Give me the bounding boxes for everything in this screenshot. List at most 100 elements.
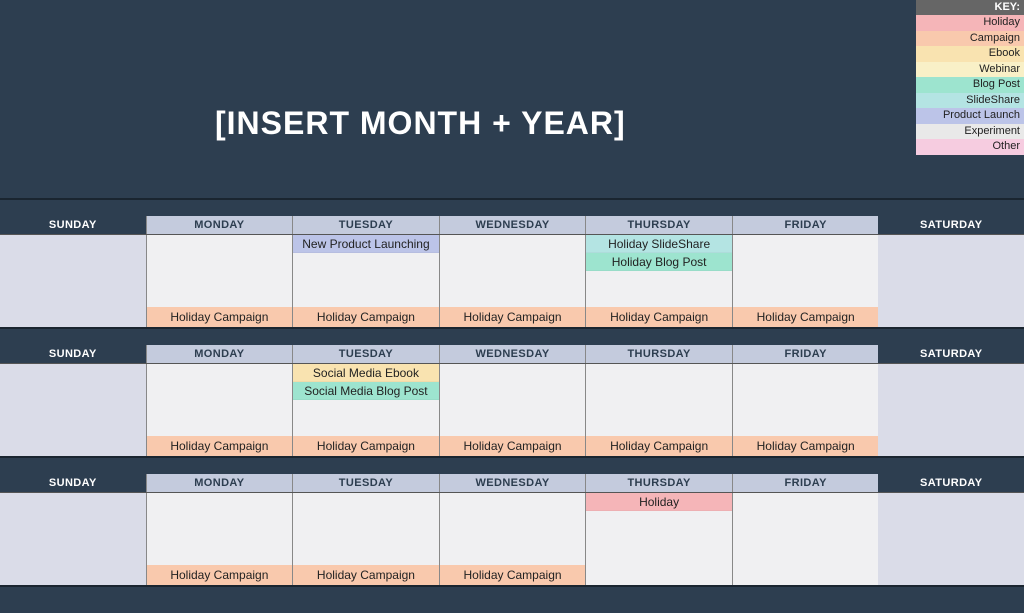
calendar-event[interactable]: Holiday Campaign — [293, 307, 439, 327]
day-header: THURSDAY — [585, 216, 732, 234]
day-header-row: SUNDAYMONDAYTUESDAYWEDNESDAYTHURSDAYFRID… — [0, 474, 1024, 493]
empty-space — [878, 493, 1024, 585]
day-header: THURSDAY — [585, 474, 732, 492]
calendar-event[interactable]: Holiday Campaign — [586, 436, 732, 456]
day-header: SATURDAY — [878, 345, 1024, 363]
day-header: SUNDAY — [0, 216, 146, 234]
calendar-event[interactable]: Holiday Campaign — [147, 565, 293, 585]
day-cell[interactable] — [878, 235, 1024, 327]
day-header: TUESDAY — [292, 474, 439, 492]
legend-item: Campaign — [916, 31, 1024, 47]
calendar-event[interactable]: Holiday — [586, 493, 732, 511]
calendar-event[interactable]: Holiday Campaign — [147, 436, 293, 456]
calendar-event[interactable]: Holiday SlideShare — [586, 235, 732, 253]
calendar-week: SUNDAYMONDAYTUESDAYWEDNESDAYTHURSDAYFRID… — [0, 216, 1024, 329]
empty-space — [0, 364, 146, 456]
legend-item: Holiday — [916, 15, 1024, 31]
empty-space — [440, 364, 586, 436]
legend-header: KEY: — [916, 0, 1024, 15]
day-cell[interactable]: Holiday Campaign — [439, 235, 586, 327]
day-cell[interactable]: Holiday Campaign — [439, 364, 586, 456]
week-body-row: Holiday CampaignHoliday CampaignHoliday … — [0, 493, 1024, 585]
empty-space — [0, 493, 146, 585]
page-title: [INSERT MONTH + YEAR] — [215, 105, 626, 142]
day-header: MONDAY — [146, 345, 293, 363]
day-cell[interactable]: Holiday Campaign — [146, 493, 293, 585]
calendar-event[interactable]: Holiday Blog Post — [586, 253, 732, 271]
day-cell[interactable]: Holiday Campaign — [732, 235, 879, 327]
day-header: FRIDAY — [732, 474, 879, 492]
day-cell[interactable] — [0, 364, 146, 456]
legend-item: Product Launch — [916, 108, 1024, 124]
calendar-event[interactable]: New Product Launching — [293, 235, 439, 253]
legend-item: Experiment — [916, 124, 1024, 140]
empty-space — [733, 235, 879, 307]
legend-item: Ebook — [916, 46, 1024, 62]
calendar-event[interactable]: Holiday Campaign — [440, 307, 586, 327]
header: [INSERT MONTH + YEAR] KEY: HolidayCampai… — [0, 0, 1024, 200]
empty-space — [586, 271, 732, 307]
calendar-event[interactable]: Holiday Campaign — [293, 436, 439, 456]
spacer — [0, 458, 1024, 474]
empty-space — [733, 364, 879, 436]
empty-space — [586, 364, 732, 436]
spacer — [0, 200, 1024, 216]
legend-item: Webinar — [916, 62, 1024, 78]
day-header: TUESDAY — [292, 345, 439, 363]
day-cell[interactable] — [0, 493, 146, 585]
day-header: SUNDAY — [0, 474, 146, 492]
day-cell[interactable]: Holiday — [585, 493, 732, 585]
day-header: SATURDAY — [878, 216, 1024, 234]
week-body-row: Holiday Campaign New Product Launching Hol… — [0, 235, 1024, 327]
calendar-event[interactable]: Holiday Campaign — [147, 307, 293, 327]
calendar-grid: SUNDAYMONDAYTUESDAYWEDNESDAYTHURSDAYFRID… — [0, 216, 1024, 587]
week-body-row: Holiday CampaignSocial Media EbookSocial… — [0, 364, 1024, 456]
day-cell[interactable]: New Product Launching Holiday Campaign — [292, 235, 439, 327]
empty-space — [440, 493, 586, 565]
calendar-event[interactable]: Holiday Campaign — [440, 565, 586, 585]
day-header-row: SUNDAYMONDAYTUESDAYWEDNESDAYTHURSDAYFRID… — [0, 345, 1024, 364]
empty-space — [878, 364, 1024, 456]
calendar-week: SUNDAYMONDAYTUESDAYWEDNESDAYTHURSDAYFRID… — [0, 345, 1024, 458]
day-cell[interactable]: Holiday Campaign — [732, 364, 879, 456]
calendar-event[interactable]: Social Media Blog Post — [293, 382, 439, 400]
day-cell[interactable]: Holiday Campaign — [292, 493, 439, 585]
day-header: FRIDAY — [732, 216, 879, 234]
empty-space — [0, 235, 146, 327]
calendar-week: SUNDAYMONDAYTUESDAYWEDNESDAYTHURSDAYFRID… — [0, 474, 1024, 587]
empty-space — [586, 511, 732, 585]
day-cell[interactable] — [878, 493, 1024, 585]
calendar-event[interactable]: Holiday Campaign — [733, 307, 879, 327]
empty-space — [147, 493, 293, 565]
legend-item: SlideShare — [916, 93, 1024, 109]
empty-space — [733, 493, 879, 585]
calendar-event[interactable]: Holiday Campaign — [586, 307, 732, 327]
day-cell[interactable]: Holiday Campaign — [146, 364, 293, 456]
day-cell[interactable]: Holiday Campaign — [439, 493, 586, 585]
empty-space — [147, 364, 293, 436]
day-header: WEDNESDAY — [439, 345, 586, 363]
calendar-event[interactable]: Social Media Ebook — [293, 364, 439, 382]
legend-panel: KEY: HolidayCampaignEbookWebinarBlog Pos… — [916, 0, 1024, 155]
empty-space — [293, 400, 439, 436]
day-cell[interactable] — [732, 493, 879, 585]
calendar-event[interactable]: Holiday Campaign — [733, 436, 879, 456]
calendar-event[interactable]: Holiday Campaign — [440, 436, 586, 456]
empty-space — [293, 253, 439, 307]
day-cell[interactable]: Holiday Campaign — [146, 235, 293, 327]
day-cell[interactable] — [878, 364, 1024, 456]
day-cell[interactable]: Social Media EbookSocial Media Blog Post… — [292, 364, 439, 456]
day-header: SUNDAY — [0, 345, 146, 363]
legend-item: Blog Post — [916, 77, 1024, 93]
spacer — [0, 329, 1024, 345]
empty-space — [293, 493, 439, 565]
calendar-event[interactable]: Holiday Campaign — [293, 565, 439, 585]
day-cell[interactable]: Holiday Campaign — [585, 364, 732, 456]
empty-space — [147, 235, 293, 307]
legend-item: Other — [916, 139, 1024, 155]
day-header: WEDNESDAY — [439, 474, 586, 492]
empty-space — [440, 235, 586, 307]
day-cell[interactable]: Holiday SlideShareHoliday Blog Post Holid… — [585, 235, 732, 327]
day-header: MONDAY — [146, 474, 293, 492]
day-cell[interactable] — [0, 235, 146, 327]
